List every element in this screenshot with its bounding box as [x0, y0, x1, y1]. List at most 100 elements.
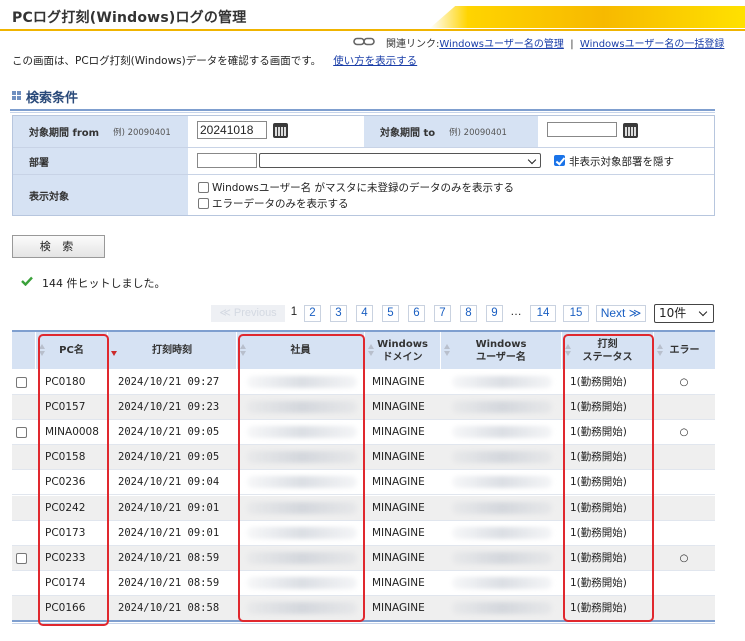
unregistered-only-label: Windowsユーザー名 がマスタに未登録のデータのみを表示する — [212, 182, 514, 194]
pagination-page[interactable]: 5 — [382, 305, 399, 322]
calendar-to-icon[interactable] — [623, 123, 638, 138]
cell-username-redacted — [452, 576, 552, 589]
period-to-label: 対象期間 to — [380, 128, 436, 139]
cell-username-redacted — [452, 501, 552, 514]
sort-icon[interactable] — [368, 344, 375, 357]
cell-time: 2024/10/21 09:23 — [118, 401, 220, 414]
section-grid-icon — [12, 91, 21, 100]
cell-username-redacted — [452, 426, 552, 439]
page-description: この画面は、PCログ打刻(Windows)データを確認する画面です。 使い方を表示… — [12, 53, 417, 68]
cell-error — [678, 470, 690, 495]
header-domain[interactable]: Windows ドメイン — [365, 332, 441, 369]
cell-error — [678, 596, 690, 621]
pagination-page[interactable]: 7 — [434, 305, 451, 322]
cell-domain: MINAGINE — [372, 426, 425, 439]
table-bottom-border-sub — [12, 623, 715, 624]
period-from-input[interactable]: 20241018 — [197, 121, 267, 139]
cell-domain: MINAGINE — [372, 401, 425, 414]
cell-username-redacted — [452, 376, 552, 388]
errors-only-label: エラーデータのみを表示する — [212, 198, 349, 210]
form-row-target: 表示対象 Windowsユーザー名 がマスタに未登録のデータのみを表示する エラ… — [13, 175, 714, 215]
pagination-page[interactable]: 2 — [304, 305, 321, 322]
cell-time: 2024/10/21 09:04 — [118, 476, 220, 489]
errors-only-checkbox[interactable] — [198, 198, 209, 209]
header-time-label: 打刻時刻 — [152, 345, 192, 356]
period-from-example: 例) 20090401 — [113, 127, 171, 138]
cell-error: ○ — [679, 427, 689, 439]
row-checkbox[interactable] — [16, 552, 27, 564]
pagination-current: 1 — [290, 306, 298, 318]
cell-username-redacted — [452, 401, 552, 414]
row-checkbox[interactable] — [16, 427, 27, 439]
cell-time: 2024/10/21 09:01 — [118, 501, 220, 514]
dept-select[interactable] — [259, 153, 541, 168]
header-username[interactable]: Windows ユーザー名 — [441, 332, 562, 369]
cell-domain: MINAGINE — [372, 501, 425, 514]
highlight-box-employee — [238, 334, 365, 622]
header-select — [12, 332, 36, 369]
period-to-label-cell: 対象期間 to 例) 20090401 — [364, 116, 538, 147]
pagination-page[interactable]: 6 — [408, 305, 425, 322]
pagination-previous[interactable]: ≪ Previous — [211, 305, 285, 322]
cell-error — [678, 521, 690, 546]
period-to-example: 例) 20090401 — [449, 127, 507, 138]
cell-domain: MINAGINE — [372, 601, 425, 614]
cell-username-redacted — [452, 476, 552, 489]
header-time[interactable]: 打刻時刻 — [108, 332, 237, 369]
cell-domain: MINAGINE — [372, 451, 425, 464]
related-separator: | — [570, 39, 574, 50]
hit-count: 144 件ヒットしました。 — [42, 277, 166, 290]
period-to-input[interactable] — [547, 122, 617, 137]
pagination-page[interactable]: 3 — [330, 305, 347, 322]
calendar-from-icon[interactable] — [273, 123, 288, 138]
pagination-ellipsis: … — [510, 306, 522, 318]
header-accent-bar — [430, 6, 745, 28]
cell-time: 2024/10/21 08:59 — [118, 576, 220, 589]
search-section-title: 検索条件 — [26, 91, 79, 106]
header-divider — [0, 29, 745, 31]
cell-username-redacted — [452, 601, 552, 614]
howto-link[interactable]: 使い方を表示する — [333, 55, 417, 67]
cell-error — [678, 395, 690, 420]
hide-dept-checkbox[interactable] — [554, 155, 565, 166]
sort-icon[interactable] — [657, 344, 664, 357]
cell-domain: MINAGINE — [372, 376, 425, 388]
pagination-page[interactable]: 4 — [356, 305, 373, 322]
cell-time: 2024/10/21 08:59 — [118, 551, 220, 564]
related-label: 関連リンク: — [386, 39, 440, 50]
pagination-page[interactable]: 15 — [563, 305, 589, 322]
link-windows-username-manage[interactable]: Windowsユーザー名の管理 — [439, 39, 563, 50]
cell-time: 2024/10/21 09:05 — [118, 426, 220, 439]
target-label-cell: 表示対象 — [13, 175, 188, 215]
cell-username-redacted — [452, 551, 552, 564]
unregistered-only-checkbox[interactable] — [198, 182, 209, 193]
period-from-label: 対象期間 from — [29, 128, 100, 139]
dept-code-input[interactable] — [197, 153, 257, 168]
form-row-dept: 部署 非表示対象部署を隠す — [13, 148, 714, 175]
sort-desc-icon[interactable] — [111, 344, 118, 357]
pagination-page[interactable]: 8 — [460, 305, 477, 322]
pagination-next[interactable]: Next ≫ — [596, 305, 646, 322]
cell-error — [678, 445, 690, 470]
page-size-select[interactable]: 10件 — [654, 304, 714, 323]
row-checkbox[interactable] — [16, 377, 27, 388]
search-button[interactable]: 検 索 — [12, 235, 105, 258]
cell-domain: MINAGINE — [372, 576, 425, 589]
cell-error — [678, 496, 690, 521]
hide-dept-label: 非表示対象部署を隠す — [569, 156, 674, 168]
cell-domain: MINAGINE — [372, 526, 425, 539]
sort-icon[interactable] — [444, 344, 451, 357]
page-title: PCログ打刻(Windows)ログの管理 — [12, 10, 247, 26]
cell-time: 2024/10/21 09:05 — [118, 451, 220, 464]
pagination-page[interactable]: 14 — [530, 305, 556, 322]
header-username-label: Windows ユーザー名 — [475, 338, 527, 363]
cell-domain: MINAGINE — [372, 551, 425, 564]
pagination-page[interactable]: 9 — [486, 305, 503, 322]
cell-time: 2024/10/21 09:01 — [118, 526, 220, 539]
cell-username-redacted — [452, 451, 552, 464]
link-windows-username-bulk[interactable]: Windowsユーザー名の一括登録 — [580, 39, 724, 50]
header-error[interactable]: エラー — [654, 332, 715, 369]
chain-link-icon — [353, 37, 375, 46]
check-icon — [21, 276, 33, 286]
cell-domain: MINAGINE — [372, 476, 425, 489]
